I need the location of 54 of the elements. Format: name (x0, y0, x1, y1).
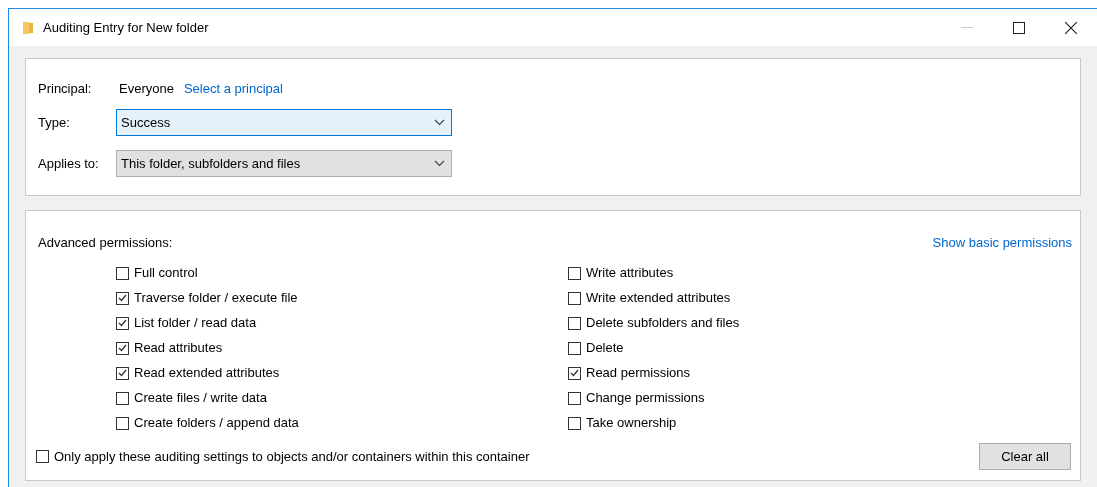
permission-label: Take ownership (586, 414, 677, 433)
checkbox[interactable] (568, 266, 581, 280)
chevron-down-icon (434, 160, 445, 167)
minimize-icon (961, 27, 973, 28)
checkbox[interactable] (116, 316, 129, 330)
permission-label: Create folders / append data (134, 414, 299, 433)
type-label: Type: (38, 113, 71, 132)
maximize-icon (1013, 21, 1025, 34)
permission-label: Write attributes (586, 264, 674, 283)
folder-icon (22, 20, 34, 35)
advanced-permissions-label: Advanced permissions: (38, 234, 173, 252)
principal-value: Everyone (119, 80, 174, 99)
checkmark-icon (118, 344, 127, 352)
applies-to-label: Applies to: (38, 154, 100, 173)
dropdown[interactable]: This folder, subfolders and files (116, 150, 452, 177)
select-principal-link[interactable]: Select a principal (183, 79, 283, 99)
checkmark-icon (118, 369, 127, 377)
dropdown-value: This folder, subfolders and files (121, 154, 301, 173)
chevron-down-icon (434, 119, 445, 126)
checkbox[interactable] (116, 341, 129, 355)
only-apply-label: Only apply these auditing settings to objects and/or containers within this container (54, 447, 530, 466)
checkbox[interactable] (568, 416, 581, 430)
permission-label: List folder / read data (134, 314, 257, 333)
checkbox[interactable] (568, 291, 581, 305)
checkmark-icon (570, 369, 579, 377)
checkbox[interactable] (116, 416, 129, 430)
permission-label: Create files / write data (134, 389, 267, 408)
checkbox[interactable] (568, 391, 581, 405)
checkbox[interactable] (116, 291, 129, 305)
principal-label: Principal: (38, 80, 93, 99)
show-basic-permissions-link[interactable]: Show basic permissions (932, 233, 1072, 253)
checkbox[interactable] (568, 366, 581, 380)
checkbox[interactable] (568, 316, 581, 330)
dropdown[interactable]: Success (116, 109, 452, 136)
permission-label: Change permissions (586, 389, 705, 408)
checkbox[interactable] (36, 450, 49, 463)
permission-label: Read permissions (586, 364, 691, 383)
checkmark-icon (118, 294, 127, 302)
permission-label: Delete (586, 339, 624, 358)
permission-label: Read attributes (134, 339, 223, 358)
permission-label: Write extended attributes (586, 289, 731, 308)
checkbox[interactable] (568, 341, 581, 355)
dropdown-value: Success (121, 113, 171, 132)
checkbox[interactable] (116, 366, 129, 380)
permission-label: Delete subfolders and files (586, 314, 740, 333)
checkbox[interactable] (116, 391, 129, 405)
checkbox[interactable] (116, 266, 129, 280)
permission-label: Full control (134, 264, 198, 283)
close-icon (1065, 21, 1077, 34)
checkmark-icon (118, 319, 127, 327)
window-title: Auditing Entry for New folder (43, 18, 209, 37)
permission-label: Read extended attributes (134, 364, 280, 383)
permission-label: Traverse folder / execute file (134, 289, 298, 308)
clear-all-button[interactable]: Clear all (979, 443, 1071, 470)
